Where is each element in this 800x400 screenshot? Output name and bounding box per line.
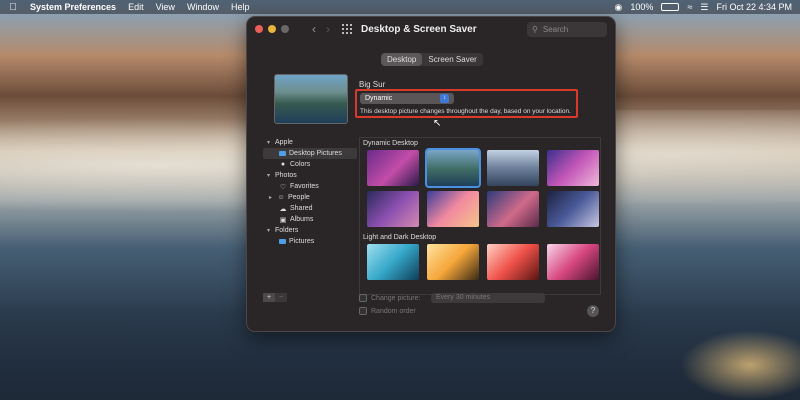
- disclosure-down-icon[interactable]: ▾: [267, 227, 275, 234]
- disclosure-down-icon[interactable]: ▾: [267, 172, 275, 179]
- person-icon: ☺: [277, 194, 285, 201]
- wallpaper-thumbnail[interactable]: [367, 191, 419, 227]
- sidebar-item-label: Albums: [290, 216, 314, 223]
- menu-edit[interactable]: Edit: [128, 2, 144, 12]
- disclosure-right-icon[interactable]: ▸: [269, 194, 277, 201]
- wallpaper-thumbnail[interactable]: [427, 244, 479, 280]
- search-input[interactable]: ⚲ Search: [527, 21, 607, 37]
- sidebar-item-pictures[interactable]: Pictures: [263, 236, 357, 247]
- color-wheel-icon: ●: [280, 161, 286, 168]
- tab-screen-saver[interactable]: Screen Saver: [422, 53, 482, 66]
- change-picture-option[interactable]: Change picture:: [359, 294, 420, 302]
- wallpaper-gallery: Dynamic Desktop Light and Dark Desktop: [359, 137, 601, 295]
- tab-desktop[interactable]: Desktop: [381, 53, 423, 66]
- album-icon: ▣: [279, 216, 287, 224]
- wallpaper-thumbnail[interactable]: [367, 150, 419, 186]
- remove-folder-button[interactable]: −: [275, 293, 287, 302]
- window-title: Desktop & Screen Saver: [361, 23, 477, 35]
- add-remove-buttons: + −: [263, 293, 287, 302]
- random-order-checkbox[interactable]: [359, 307, 367, 315]
- menu-view[interactable]: View: [156, 2, 175, 12]
- chevron-updown-icon: ↕: [440, 94, 449, 103]
- folder-icon: [279, 239, 286, 244]
- sidebar-item-people[interactable]: ▸ ☺ People: [263, 192, 357, 203]
- wallpaper-thumbnail[interactable]: [547, 244, 599, 280]
- wallpaper-thumbnail-selected[interactable]: [425, 148, 481, 188]
- screen-record-icon[interactable]: ◉: [615, 2, 623, 13]
- back-arrow-icon[interactable]: ‹: [312, 22, 316, 36]
- preferences-window: ‹ › Desktop & Screen Saver ⚲ Search Desk…: [246, 16, 616, 332]
- sidebar-item-label: Desktop Pictures: [289, 150, 342, 157]
- battery-icon[interactable]: [661, 3, 680, 11]
- sidebar-group-label: Folders: [275, 227, 299, 234]
- help-button[interactable]: ?: [587, 305, 599, 317]
- interval-value: Every 30 minutes: [436, 294, 491, 301]
- wallpaper-thumbnail[interactable]: [487, 150, 539, 186]
- mouse-pointer-icon: ↖: [433, 118, 442, 129]
- sidebar-item-label: Pictures: [289, 238, 315, 245]
- sidebar-item-favorites[interactable]: ♡ Favorites: [263, 181, 357, 192]
- menu-app-name[interactable]: System Preferences: [30, 2, 116, 12]
- sidebar-group-label: Apple: [275, 139, 293, 146]
- wallpaper-name: Big Sur: [359, 80, 386, 89]
- clock[interactable]: Fri Oct 22 4:34 PM: [716, 2, 792, 12]
- wallpaper-thumbnail[interactable]: [427, 191, 479, 227]
- heart-icon: ♡: [279, 183, 287, 191]
- cloud-icon: ☁: [279, 205, 287, 213]
- search-icon: ⚲: [532, 24, 538, 34]
- source-sidebar: ▾ Apple Desktop Pictures ● Colors ▾ Phot…: [263, 137, 357, 295]
- sidebar-item-label: Shared: [290, 205, 313, 212]
- wallpaper-thumbnail[interactable]: [367, 244, 419, 280]
- section-title-dynamic: Dynamic Desktop: [363, 140, 418, 147]
- add-folder-button[interactable]: +: [263, 293, 275, 302]
- title-bar: ‹ › Desktop & Screen Saver ⚲ Search: [247, 17, 615, 41]
- select-value: Dynamic: [365, 95, 393, 102]
- thumbnail-row: [360, 191, 600, 227]
- menu-bar:  System Preferences Edit View Window He…: [0, 0, 800, 14]
- menu-help[interactable]: Help: [231, 2, 250, 12]
- apple-icon[interactable]: : [8, 2, 18, 13]
- change-picture-label: Change picture:: [371, 294, 421, 302]
- sidebar-group-label: Photos: [275, 172, 297, 179]
- sidebar-item-label: Colors: [290, 161, 311, 168]
- sidebar-group-apple[interactable]: ▾ Apple: [263, 137, 357, 148]
- sidebar-item-label: Favorites: [290, 183, 319, 190]
- thumbnail-row: [360, 148, 600, 188]
- wallpaper-thumbnail[interactable]: [487, 191, 539, 227]
- battery-percent: 100%: [630, 2, 654, 12]
- appearance-mode-select[interactable]: Dynamic ↕: [360, 93, 454, 104]
- wallpaper-preview: [274, 74, 348, 124]
- sidebar-group-folders[interactable]: ▾ Folders: [263, 225, 357, 236]
- minimize-button[interactable]: [268, 25, 276, 33]
- random-order-option[interactable]: Random order: [359, 307, 416, 315]
- wallpaper-thumbnail[interactable]: [487, 244, 539, 280]
- interval-select[interactable]: Every 30 minutes: [431, 293, 545, 303]
- forward-arrow-icon[interactable]: ›: [326, 22, 330, 36]
- disclosure-down-icon[interactable]: ▾: [267, 139, 275, 146]
- sidebar-item-colors[interactable]: ● Colors: [263, 159, 357, 170]
- thumbnail-row: [360, 244, 600, 280]
- wifi-icon[interactable]: ≈: [687, 2, 692, 12]
- random-order-label: Random order: [371, 307, 416, 315]
- folder-icon: [279, 151, 286, 156]
- menu-window[interactable]: Window: [187, 2, 219, 12]
- zoom-button[interactable]: [281, 25, 289, 33]
- sidebar-group-photos[interactable]: ▾ Photos: [263, 170, 357, 181]
- show-all-grid-icon[interactable]: [342, 24, 352, 34]
- sidebar-item-desktop-pictures[interactable]: Desktop Pictures: [263, 148, 357, 159]
- wallpaper-description: This desktop picture changes throughout …: [360, 108, 571, 115]
- search-placeholder: Search: [542, 24, 569, 34]
- sun-glow: [680, 330, 800, 400]
- change-picture-checkbox[interactable]: [359, 294, 367, 302]
- control-center-icon[interactable]: ☰: [700, 2, 708, 13]
- tab-bar: Desktop Screen Saver: [381, 53, 483, 66]
- wallpaper-thumbnail[interactable]: [547, 150, 599, 186]
- sidebar-item-shared[interactable]: ☁ Shared: [263, 203, 357, 214]
- sidebar-item-albums[interactable]: ▣ Albums: [263, 214, 357, 225]
- sidebar-item-label: People: [288, 194, 310, 201]
- wallpaper-thumbnail[interactable]: [547, 191, 599, 227]
- close-button[interactable]: [255, 25, 263, 33]
- section-title-light-dark: Light and Dark Desktop: [363, 234, 437, 241]
